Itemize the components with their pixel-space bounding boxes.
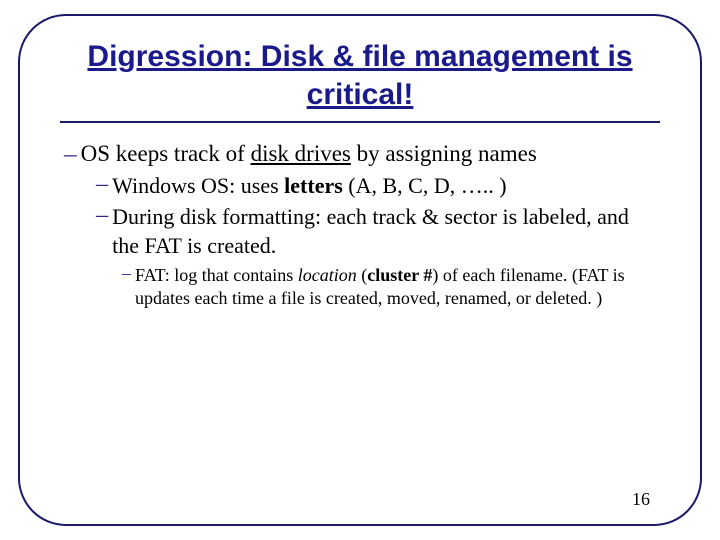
text-run: Windows OS: uses — [112, 173, 284, 198]
bullet-l1-text: OS keeps track of disk drives by assigni… — [81, 141, 660, 167]
text-run-italic: location — [298, 265, 357, 285]
bullet-l2a-text: Windows OS: uses letters (A, B, C, D, ….… — [112, 171, 660, 200]
bullet-level2: – During disk formatting: each track & s… — [96, 202, 660, 260]
text-run: OS keeps track of — [81, 141, 251, 166]
text-run: by assigning names — [351, 141, 537, 166]
text-run-bold: letters — [284, 173, 343, 198]
slide-title: Digression: Disk & file management is cr… — [60, 38, 660, 113]
dash-icon: – — [122, 264, 131, 284]
dash-icon: – — [64, 141, 77, 169]
bullet-l3-text: FAT: log that contains location (cluster… — [135, 264, 660, 311]
title-divider — [60, 121, 660, 123]
page-number: 16 — [632, 489, 650, 510]
text-run-bold: cluster # — [367, 265, 432, 285]
bullet-level1: – OS keeps track of disk drives by assig… — [64, 141, 660, 169]
text-run: FAT: log that contains — [135, 265, 298, 285]
slide-frame: Digression: Disk & file management is cr… — [18, 14, 702, 526]
bullet-level3: – FAT: log that contains location (clust… — [122, 264, 660, 311]
text-run: ( — [357, 265, 368, 285]
text-run: (A, B, C, D, ….. ) — [343, 173, 507, 198]
dash-icon: – — [96, 171, 108, 198]
text-run-underline: disk drives — [251, 141, 351, 166]
bullet-l2b-text: During disk formatting: each track & sec… — [112, 202, 660, 260]
dash-icon: – — [96, 202, 108, 229]
bullet-level2: – Windows OS: uses letters (A, B, C, D, … — [96, 171, 660, 200]
